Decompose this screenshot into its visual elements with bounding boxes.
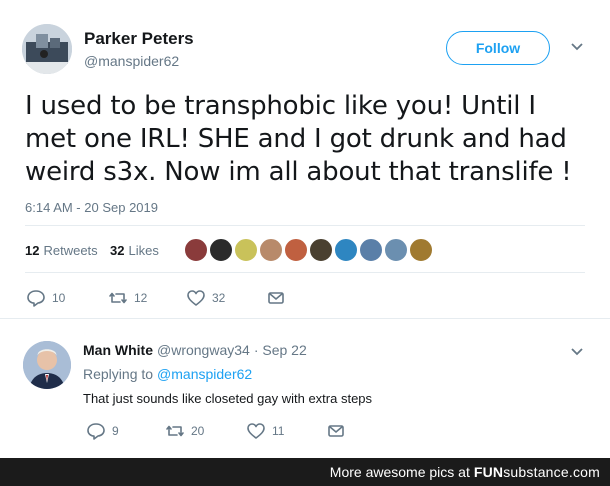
heart-icon: [247, 423, 265, 439]
retweet-count: 12: [134, 291, 148, 305]
footer-brand[interactable]: FUNsubstance.com: [474, 464, 600, 480]
reply-icon: [27, 290, 45, 307]
divider: [25, 272, 585, 273]
liker-avatar[interactable]: [309, 238, 333, 262]
reply-header: Man White @wrongway34 · Sep 22: [83, 342, 307, 358]
reply-author-handle[interactable]: @wrongway34: [157, 342, 250, 358]
reply-date[interactable]: · Sep 22: [254, 342, 307, 358]
reply-text: That just sounds like closeted gay with …: [83, 391, 373, 406]
heart-icon: [187, 290, 205, 306]
like-count: 11: [272, 424, 285, 438]
author-name[interactable]: Parker Peters: [84, 29, 194, 49]
chevron-down-icon[interactable]: [569, 38, 585, 59]
liker-avatar[interactable]: [234, 238, 258, 262]
like-count: 32: [212, 291, 226, 305]
liker-avatar[interactable]: [259, 238, 283, 262]
replying-to-handle[interactable]: @manspider62: [157, 366, 252, 382]
replying-to: Replying to @manspider62: [83, 366, 252, 382]
envelope-icon: [268, 292, 284, 304]
liker-avatar[interactable]: [334, 238, 358, 262]
retweets-count: 12: [25, 243, 40, 258]
footer-banner: More awesome pics at FUNsubstance.com: [0, 458, 610, 486]
retweets-label: Retweets: [43, 243, 98, 258]
reply-action[interactable]: 9: [86, 421, 119, 441]
retweet-action[interactable]: 20: [165, 421, 204, 441]
message-action[interactable]: [266, 288, 286, 308]
liker-avatar[interactable]: [209, 238, 233, 262]
chevron-down-icon[interactable]: [569, 343, 585, 364]
envelope-icon: [328, 425, 344, 437]
retweet-count: 20: [191, 424, 205, 438]
footer-text: More awesome pics at: [329, 464, 470, 480]
brand-suffix: .com: [568, 464, 600, 480]
retweet-icon: [166, 425, 184, 437]
reply-icon: [87, 423, 105, 440]
author-avatar[interactable]: [22, 24, 72, 74]
author-handle[interactable]: @manspider62: [84, 53, 179, 69]
liker-avatar[interactable]: [184, 238, 208, 262]
like-action[interactable]: 11: [246, 421, 284, 441]
reply-author-name[interactable]: Man White: [83, 342, 153, 358]
like-action[interactable]: 32: [186, 288, 225, 308]
reply-author-avatar[interactable]: [23, 341, 71, 389]
tweet-text: I used to be transphobic like you! Until…: [25, 91, 572, 187]
brand-rest: substance: [503, 464, 569, 480]
likes-label: Likes: [128, 243, 159, 258]
retweets-stat[interactable]: 12 Retweets: [25, 243, 98, 258]
likes-count: 32: [110, 243, 125, 258]
retweet-icon: [109, 292, 127, 304]
liker-avatar[interactable]: [409, 238, 433, 262]
reply-action[interactable]: 10: [26, 288, 65, 308]
divider: [25, 225, 585, 226]
reply-count: 9: [112, 424, 119, 438]
follow-button[interactable]: Follow: [446, 31, 550, 65]
tweet-timestamp[interactable]: 6:14 AM - 20 Sep 2019: [25, 200, 158, 215]
avatar-image: [23, 341, 71, 389]
retweet-action[interactable]: 12: [108, 288, 147, 308]
replying-to-label: Replying to: [83, 366, 154, 382]
liker-avatar[interactable]: [284, 238, 308, 262]
brand-bold: FUN: [473, 464, 504, 480]
reply-count: 10: [52, 291, 66, 305]
avatar-image: [22, 24, 72, 74]
liker-avatar[interactable]: [384, 238, 408, 262]
message-action[interactable]: [326, 421, 346, 441]
divider: [0, 318, 610, 319]
likes-stat[interactable]: 32 Likes: [110, 243, 159, 258]
liker-avatar[interactable]: [359, 238, 383, 262]
